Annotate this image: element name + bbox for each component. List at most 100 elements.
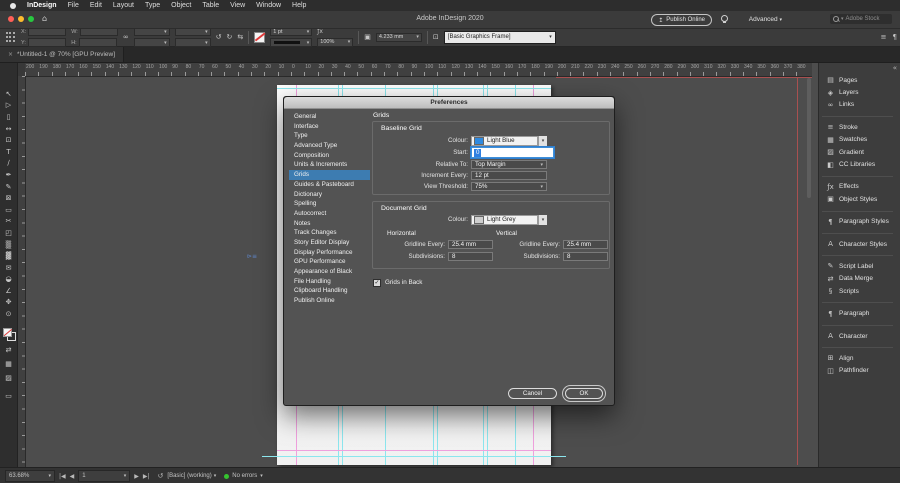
app-title-bar[interactable]: ⌂ Adobe InDesign 2020 ↥ Publish Online A… <box>0 11 900 29</box>
tool-free-transform[interactable]: ◰ <box>0 227 17 239</box>
rotate-cw-icon[interactable]: ↻ <box>227 33 233 41</box>
preferences-nav-item-appearance-of-black[interactable]: Appearance of Black <box>289 267 370 277</box>
next-page-button[interactable]: ▶ <box>134 473 139 480</box>
height-field[interactable] <box>78 38 117 47</box>
document-tab[interactable]: × *Untitled-1 @ 70% [GPU Preview] <box>0 46 125 62</box>
preferences-nav-item-publish-online[interactable]: Publish Online <box>289 296 370 306</box>
preferences-nav-item-gpu-performance[interactable]: GPU Performance <box>289 257 370 267</box>
menu-item-layout[interactable]: Layout <box>113 2 134 9</box>
dialog-title-bar[interactable]: Preferences <box>284 97 614 109</box>
corner-radius-field[interactable]: 4.233 mm <box>375 32 422 42</box>
preflight-profile-menu[interactable]: [Basic] (working) ▾ <box>167 473 216 479</box>
menu-item-type[interactable]: Type <box>145 2 160 9</box>
menu-item-edit[interactable]: Edit <box>90 2 102 9</box>
tool-page[interactable]: ▯ <box>0 111 17 123</box>
document-colour-select[interactable]: Light Grey <box>471 214 538 225</box>
scale-y-field[interactable] <box>133 38 170 47</box>
tool-pencil[interactable]: ✎ <box>0 181 17 193</box>
preferences-nav-item-notes[interactable]: Notes <box>289 219 370 229</box>
panel-tab-character-styles[interactable]: A Character Styles <box>819 232 900 250</box>
preferences-nav-item-display-performance[interactable]: Display Performance <box>289 248 370 258</box>
v-gridline-input[interactable]: 25.4 mm <box>563 240 608 249</box>
panel-tab-pages[interactable]: ▤ Pages <box>819 74 900 86</box>
publish-online-button[interactable]: ↥ Publish Online <box>651 14 712 26</box>
tool-rectangle-frame[interactable]: ⊠ <box>0 192 17 204</box>
chevron-down-icon[interactable] <box>538 214 547 225</box>
preferences-nav-item-file-handling[interactable]: File Handling <box>289 277 370 287</box>
tool-scissors[interactable]: ✂ <box>0 216 17 228</box>
fill-none-swatch[interactable] <box>3 328 12 337</box>
view-threshold-combo[interactable]: 75% <box>471 182 547 191</box>
flip-horizontal-icon[interactable]: ⇆ <box>237 33 243 41</box>
tool-line[interactable]: ∕ <box>0 158 17 170</box>
relative-to-select[interactable]: Top Margin <box>471 160 547 169</box>
panel-tab-script-label[interactable]: ✎ Script Label <box>819 255 900 272</box>
tool-gradient-swatch[interactable]: ▒ <box>0 239 17 251</box>
tool-selection[interactable]: ↖ <box>0 88 17 100</box>
h-subdivisions-input[interactable]: 8 <box>448 252 493 261</box>
lightbulb-icon[interactable] <box>721 15 728 23</box>
baseline-colour-select[interactable]: Light Blue <box>471 135 538 146</box>
corner-options-icon[interactable]: ▣ <box>364 33 371 41</box>
expand-panels-icon[interactable]: « <box>893 64 897 72</box>
menu-item-view[interactable]: View <box>230 2 245 9</box>
preferences-nav-item-composition[interactable]: Composition <box>289 151 370 161</box>
y-position-field[interactable] <box>27 38 66 47</box>
panel-tab-character[interactable]: A Character <box>819 324 900 342</box>
opacity-field[interactable]: 100% <box>317 37 354 47</box>
preflight-status-menu[interactable]: No errors ▾ <box>224 473 263 479</box>
tool-content-collector[interactable]: ⊡ <box>0 134 17 146</box>
tool-pen[interactable]: ✒ <box>0 169 17 181</box>
panel-tab-data-merge[interactable]: ⇄ Data Merge <box>819 273 900 285</box>
panel-tab-layers[interactable]: ◈ Layers <box>819 86 900 98</box>
menu-item-indesign[interactable]: InDesign <box>27 2 57 9</box>
fill-none-swatch[interactable] <box>254 31 266 43</box>
panel-tab-cc-libraries[interactable]: ◧ CC Libraries <box>819 158 900 170</box>
menu-item-window[interactable]: Window <box>256 2 281 9</box>
swap-fill-stroke-icon[interactable]: ⇄ <box>0 346 17 354</box>
menu-item-table[interactable]: Table <box>202 2 219 9</box>
vertical-ruler[interactable] <box>17 76 26 467</box>
first-page-button[interactable]: |◀ <box>59 473 66 480</box>
preferences-nav-item-spelling[interactable]: Spelling <box>289 199 370 209</box>
fill-stroke-proxy[interactable] <box>3 328 16 341</box>
ok-button[interactable]: OK <box>565 388 603 399</box>
tool-rectangle[interactable]: ▭ <box>0 204 17 216</box>
cancel-button[interactable]: Cancel <box>508 388 557 399</box>
tool-note[interactable]: ✉ <box>0 262 17 274</box>
h-gridline-input[interactable]: 25.4 mm <box>448 240 493 249</box>
tool-gap[interactable]: ↔ <box>0 123 17 135</box>
panel-tab-pathfinder[interactable]: ◫ Pathfinder <box>819 365 900 377</box>
shear-angle-field[interactable] <box>174 38 211 47</box>
previous-page-button[interactable]: ◀ <box>70 473 75 480</box>
tool-type[interactable]: T <box>0 146 17 158</box>
preflight-sync-icon[interactable]: ↺ <box>158 472 164 480</box>
frame-fitting-icon[interactable]: ⊡ <box>433 33 439 41</box>
preferences-nav-item-dictionary[interactable]: Dictionary <box>289 190 370 200</box>
preferences-nav-item-clipboard-handling[interactable]: Clipboard Handling <box>289 286 370 296</box>
preferences-nav-item-grids[interactable]: Grids <box>289 170 370 180</box>
panel-tab-paragraph[interactable]: ¶ Paragraph <box>819 302 900 319</box>
object-style-select[interactable]: [Basic Graphics Frame] <box>443 30 556 44</box>
panel-tab-swatches[interactable]: ▦ Swatches <box>819 134 900 146</box>
apply-color-button[interactable]: ▦ <box>0 360 17 368</box>
panel-menu-icon[interactable]: ≡ <box>881 33 887 41</box>
preferences-nav-item-story-editor-display[interactable]: Story Editor Display <box>289 238 370 248</box>
tool-gradient-feather[interactable]: ▓ <box>0 250 17 262</box>
preferences-nav-item-guides-pasteboard[interactable]: Guides & Pasteboard <box>289 180 370 190</box>
panel-tab-effects[interactable]: ƒx Effects <box>819 175 900 193</box>
vertical-scrollbar[interactable] <box>807 78 811 198</box>
reference-point-proxy[interactable] <box>5 32 16 43</box>
start-input[interactable]: 0 <box>471 147 554 158</box>
menu-item-help[interactable]: Help <box>292 2 306 9</box>
horizontal-ruler[interactable]: 200 190 180 170 160 150 140 130 120 110 100 90 80 70 6… <box>25 62 812 77</box>
close-tab-icon[interactable]: × <box>8 51 13 58</box>
increment-every-input[interactable]: 12 pt <box>471 171 547 180</box>
v-subdivisions-input[interactable]: 8 <box>563 252 608 261</box>
last-page-button[interactable]: ▶| <box>143 473 150 480</box>
workspace-switcher[interactable]: Advanced ▾ <box>749 16 782 23</box>
tool-zoom[interactable]: ⊙ <box>0 308 17 320</box>
zoom-level-combo[interactable]: 63.68% ▾ <box>5 470 55 482</box>
preferences-nav-item-track-changes[interactable]: Track Changes <box>289 228 370 238</box>
chevron-down-icon[interactable] <box>538 135 547 146</box>
